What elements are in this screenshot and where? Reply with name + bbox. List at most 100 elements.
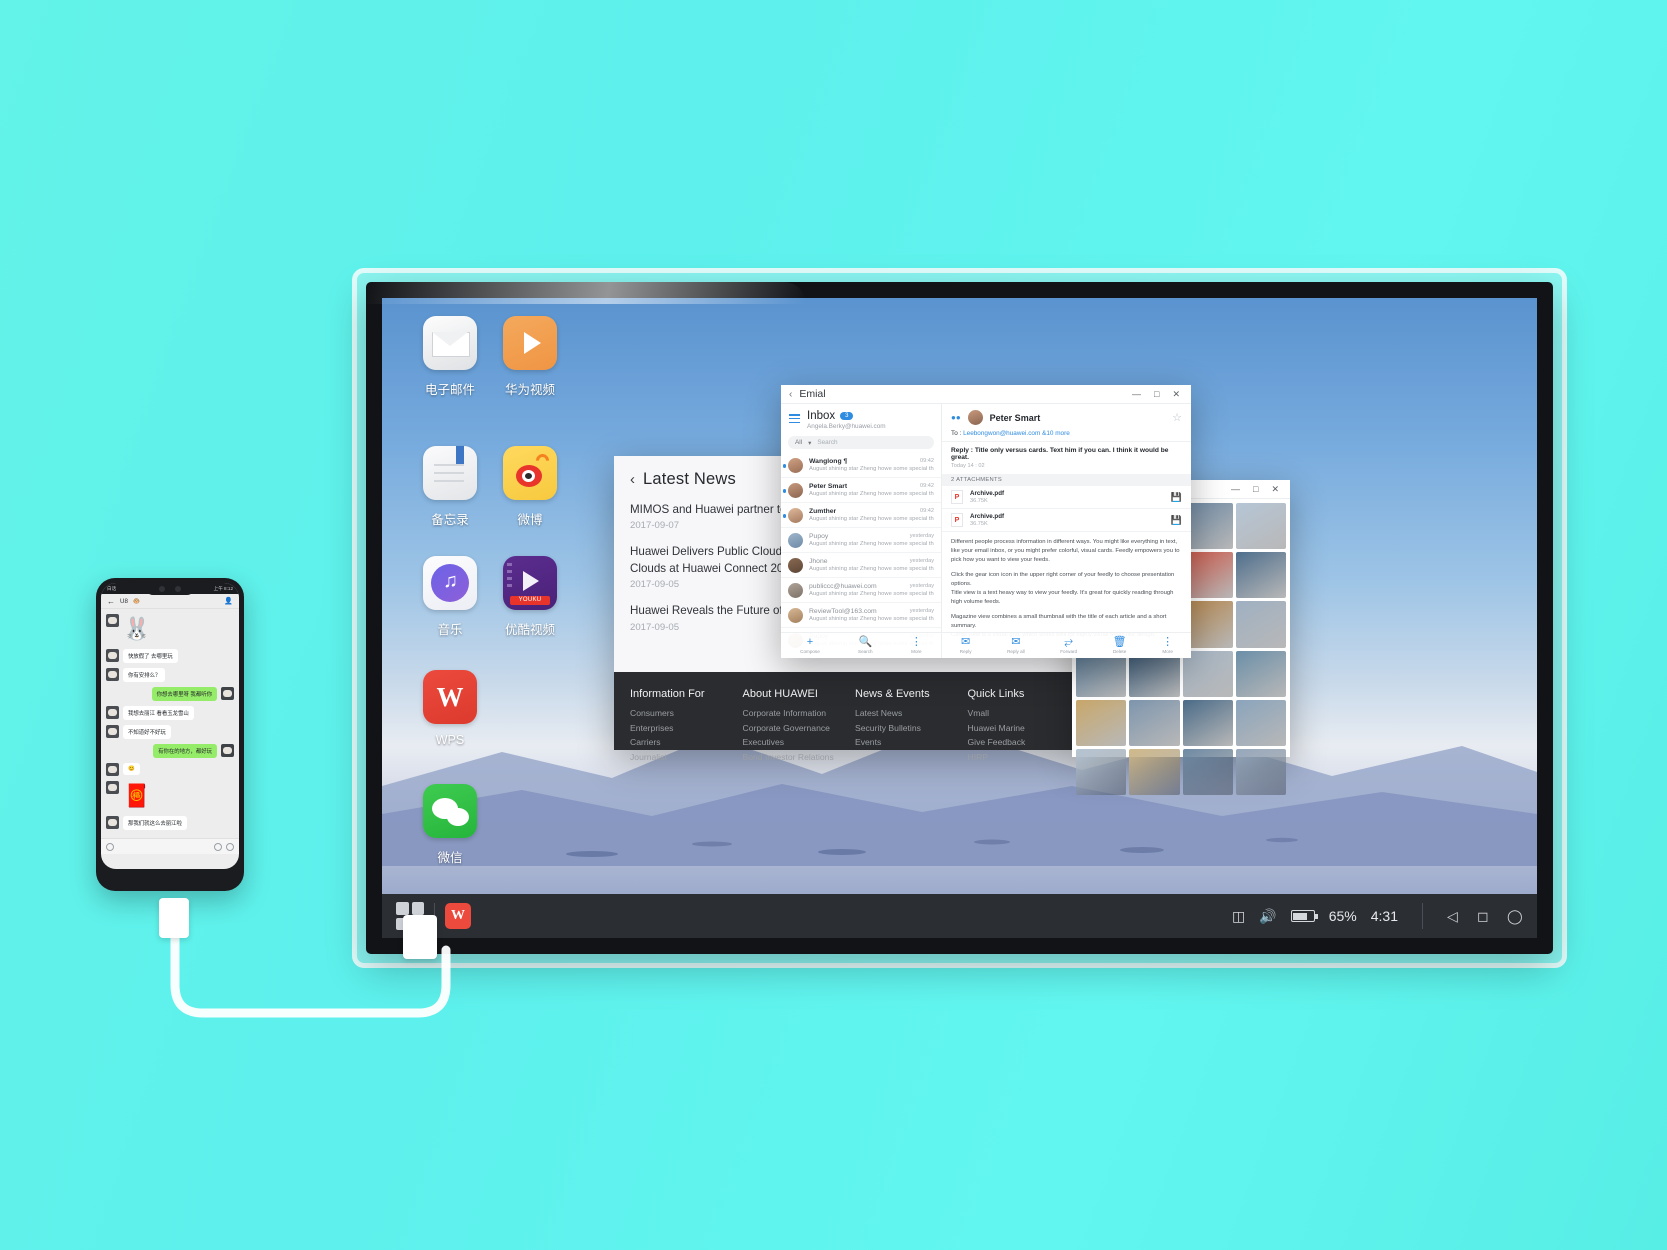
email-list-item[interactable]: ReviewTool@163.com yesterday August shinin… [781,603,941,628]
sender-name: Pupoy [809,532,829,540]
download-icon[interactable]: 💾 [1171,492,1182,503]
avatar [788,582,803,598]
app-weibo[interactable]: 微博 [482,446,578,528]
phone-notch [145,583,195,595]
recipient-link[interactable]: Leebongwon@huawei.com &10 more [963,430,1070,437]
footer-link[interactable]: Vmall [968,708,1075,718]
recents-circle-icon[interactable]: ◯ [1507,908,1523,924]
gallery-thumbnail[interactable] [1076,749,1127,796]
reply-all-button[interactable]: ✉ Reply all [1007,635,1025,654]
delete-button[interactable]: 🗑 Delete [1113,636,1127,654]
list-toolbar: + Compose 🔍 Search ⋮ More [781,633,942,658]
app-wps[interactable]: W WPS [402,670,498,747]
minimize-icon[interactable]: — [1231,484,1240,495]
email-window[interactable]: ‹ Emial — □ ✕ Inbox 3 Angela.Berky@huawe… [781,385,1191,658]
body-paragraph: Magazine view combines a small thumbnail… [951,613,1167,629]
footer-link[interactable]: Bond Investor Relations [743,752,850,762]
footer-link[interactable]: Carriers [630,737,737,747]
maximize-icon[interactable]: □ [1253,484,1258,495]
chat-messages[interactable]: 🐰 快放假了 去哪里玩 你有安排么？ 你想去哪里呀 我都听你 我想去丽江 看看玉龙雪山不… [101,609,239,838]
minimize-icon[interactable]: — [1132,389,1141,400]
hamburger-icon[interactable] [789,414,800,426]
gallery-thumbnail[interactable] [1235,749,1286,796]
footer-link[interactable]: Enterprises [630,723,737,733]
footer-link[interactable]: Security Bulletins [855,723,962,733]
recipients-row: To : Leebongwon@huawei.com &10 more [942,430,1191,442]
gallery-thumbnail[interactable] [1076,699,1127,747]
gallery-thumbnail[interactable] [1182,699,1233,747]
back-triangle-icon[interactable]: ◁ [1447,908,1463,924]
chat-input-bar[interactable] [101,838,239,854]
footer-link[interactable]: Give Feedback [968,737,1075,747]
forward-button[interactable]: ⥂ Forward [1060,636,1078,655]
search-button[interactable]: 🔍 Search [858,636,873,654]
chat-message: 不知道好不好玩 [106,725,234,739]
compose-button[interactable]: + Compose [800,636,820,654]
plus-icon[interactable] [226,842,234,851]
footer-link[interactable]: Corporate Information [743,708,850,718]
email-list-item[interactable]: Jhone yesterday August shining star Zheng … [781,553,941,578]
screenshot-icon[interactable]: ◫ [1232,908,1245,925]
phone-screen[interactable]: 白话 上午 8:12 ← U8 🐵 👤 🐰 快放假了 去哪里玩 你有安排么？ 你想去哪… [101,583,239,869]
email-list-item[interactable]: Wanglong ¶ 09:42 August shining star Zheng… [781,453,941,478]
more-button[interactable]: ⋮ More [911,636,922,654]
app-youku[interactable]: YOUKU 优酷视频 [482,556,578,638]
gallery-thumbnail[interactable] [1235,503,1286,550]
contact-icon[interactable]: 👤 [224,597,233,605]
voice-icon[interactable] [106,842,114,851]
forward-label: Forward [1060,649,1078,655]
reply-label: Reply [959,649,972,655]
message-time: yesterday [909,557,934,564]
home-square-icon[interactable]: ◻ [1477,908,1493,924]
caret-down-icon[interactable]: ▾ [808,439,811,447]
close-icon[interactable]: ✕ [1271,484,1279,495]
email-list[interactable]: Wanglong ¶ 09:42 August shining star Zheng… [781,453,941,658]
reply-all-icon: ✉ [1011,635,1021,648]
email-list-item[interactable]: publiccc@huawei.com yesterday August shini… [781,578,941,603]
chevron-left-icon[interactable]: ‹ [789,389,792,400]
gallery-thumbnail[interactable] [1235,601,1286,648]
phone-usb-plug [159,898,189,938]
emoji-icon[interactable] [214,842,222,851]
app-huawei-video[interactable]: 华为视频 [482,316,578,398]
footer-link[interactable]: Executives [743,737,850,747]
gallery-thumbnail[interactable] [1182,749,1233,796]
gallery-thumbnail[interactable] [1235,650,1286,697]
footer-link[interactable]: Huawei Marine [968,723,1075,733]
footer-link[interactable]: Events [855,737,962,747]
footer-link[interactable]: Consumers [630,708,737,718]
arrow-left-icon[interactable]: ← [107,597,115,606]
gallery-thumbnail[interactable] [1129,699,1180,747]
avatar [788,507,803,523]
maximize-icon[interactable]: □ [1154,389,1159,400]
gallery-thumbnail[interactable] [1235,699,1286,747]
star-icon[interactable]: ☆ [1172,411,1182,424]
search-bar[interactable]: All ▾ Search [788,436,934,449]
email-list-item[interactable]: Peter Smart 09:42 August shining star Zhen… [781,478,941,503]
footer-link[interactable]: Latest News [855,708,962,718]
email-list-item[interactable]: Zumther 09:42 August shining star Zheng ho… [781,503,941,528]
attachment-row[interactable]: P Archive.pdf 36.75K 💾 [942,509,1191,532]
page-title: Latest News [643,470,736,488]
footer-link[interactable]: HIRP [968,752,1075,762]
reply-button[interactable]: ✉ Reply [959,636,972,655]
app-wechat[interactable]: 微信 [402,784,498,866]
footer-link[interactable]: Corporate Governance [743,723,850,733]
email-list-item[interactable]: Pupoy yesterdayAugust shining star Zheng … [781,528,941,553]
filter-label[interactable]: All [795,439,802,446]
gallery-thumbnail[interactable] [1235,552,1286,599]
gallery-thumbnail[interactable] [1129,749,1180,796]
download-icon[interactable]: 💾 [1171,515,1182,526]
search-input[interactable]: Search [817,439,837,446]
volume-icon[interactable]: 🔊 [1259,908,1276,925]
chevron-left-icon[interactable]: ‹ [630,471,635,488]
footer-link[interactable]: Journalist [630,752,737,762]
site-footer: Information For Consumers Enterprises Ca… [614,672,1084,762]
more-button[interactable]: ⋮ More [1162,636,1173,654]
app-label: WPS [435,733,465,747]
inbox-label: Inbox [807,410,836,422]
close-icon[interactable]: ✕ [1172,389,1180,400]
attachment-row[interactable]: P Archive.pdf 36.75K 💾 [942,486,1191,509]
wps-taskbar-icon[interactable]: W [445,903,471,929]
body-paragraph: Different people process information in … [951,539,1180,563]
